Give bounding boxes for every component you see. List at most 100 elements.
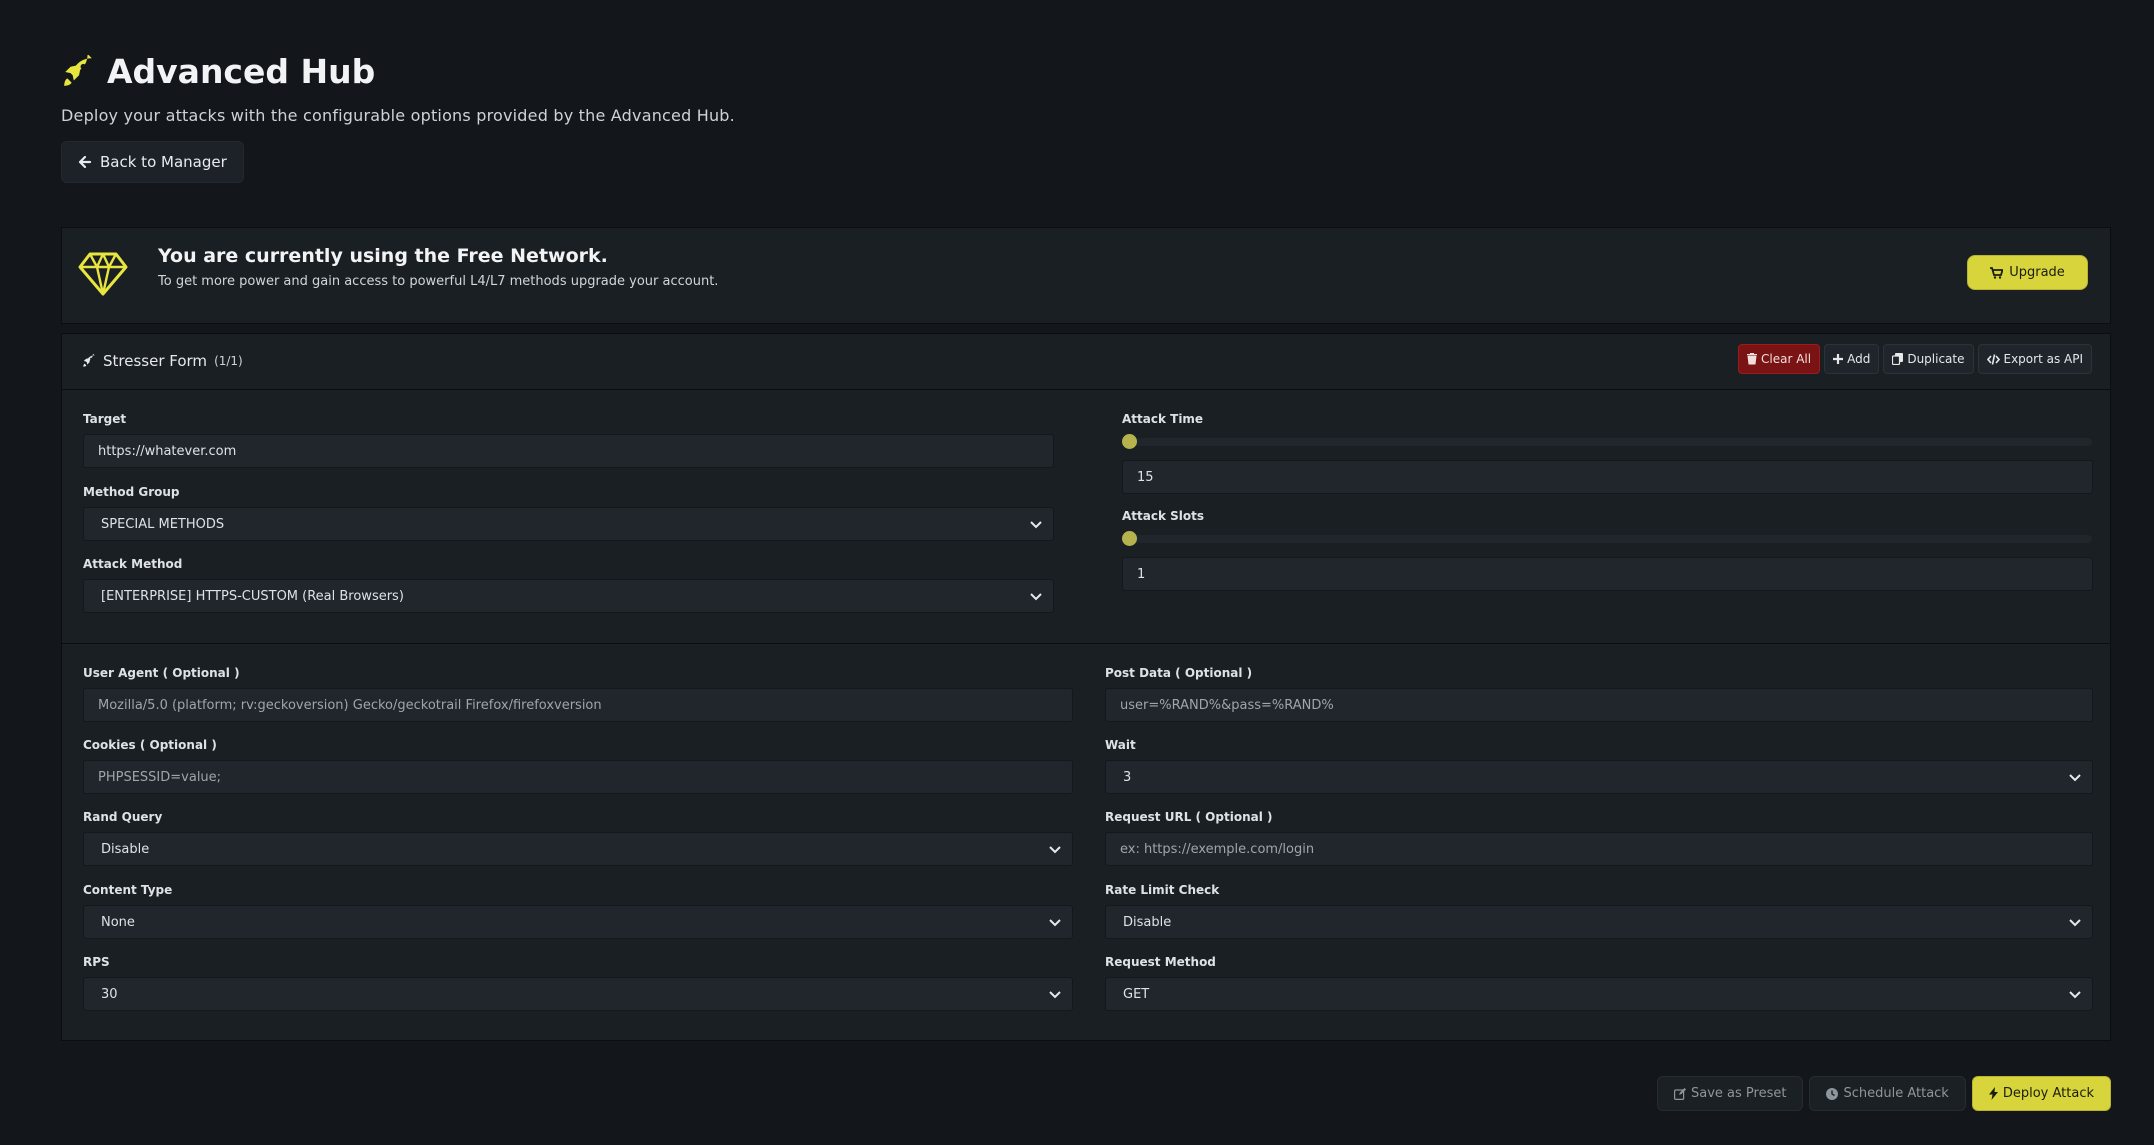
cookies-input[interactable]: PHPSESSID=value; [83, 760, 1073, 794]
schedule-attack-button[interactable]: Schedule Attack [1809, 1076, 1966, 1111]
chevron-down-icon [2068, 915, 2082, 929]
target-value: https://whatever.com [98, 443, 237, 459]
user-agent-placeholder: Mozilla/5.0 (platform; rv:geckoversion) … [98, 697, 602, 713]
attack-slots-slider-handle[interactable] [1122, 531, 1137, 546]
rps-value: 30 [101, 986, 118, 1002]
upgrade-button[interactable]: Upgrade [1967, 255, 2088, 290]
form-title-text: Stresser Form [103, 352, 208, 370]
add-label: Add [1847, 352, 1871, 366]
rand-query-value: Disable [101, 841, 150, 857]
rate-limit-value: Disable [1123, 914, 1172, 930]
attack-time-value: 15 [1137, 469, 1154, 485]
method-group-label: Method Group [83, 485, 180, 499]
attack-method-select[interactable]: [ENTERPRISE] HTTPS-CUSTOM (Real Browsers… [83, 579, 1054, 613]
duplicate-button[interactable]: Duplicate [1883, 344, 1974, 374]
wait-select[interactable]: 3 [1105, 760, 2093, 794]
attack-method-label: Attack Method [83, 557, 183, 571]
form-footer-actions: Save as Preset Schedule Attack Deploy At… [1657, 1076, 2111, 1111]
arrow-left-icon [78, 155, 92, 169]
rps-select[interactable]: 30 [83, 977, 1073, 1011]
request-method-value: GET [1123, 986, 1150, 1002]
request-url-input[interactable]: ex: https://exemple.com/login [1105, 832, 2093, 866]
save-preset-label: Save as Preset [1691, 1086, 1787, 1101]
wait-label: Wait [1105, 738, 1136, 752]
form-actions: Clear All Add Duplicate Export as API [1738, 344, 2092, 374]
request-method-select[interactable]: GET [1105, 977, 2093, 1011]
chevron-down-icon [2068, 987, 2082, 1001]
form-count: (1/1) [214, 354, 243, 368]
attack-slots-value: 1 [1137, 566, 1146, 582]
rocket-icon [61, 54, 95, 89]
chevron-down-icon [1029, 517, 1043, 531]
deploy-attack-label: Deploy Attack [2002, 1086, 2094, 1101]
method-group-select[interactable]: SPECIAL METHODS [83, 507, 1054, 541]
code-icon [1986, 353, 2000, 365]
attack-time-input[interactable]: 15 [1122, 460, 2093, 494]
rand-query-label: Rand Query [83, 810, 163, 824]
export-api-button[interactable]: Export as API [1977, 344, 2092, 374]
stresser-form: Stresser Form (1/1) Clear All Add Duplic… [61, 333, 2111, 1041]
chevron-down-icon [1048, 842, 1062, 856]
copy-icon [1892, 353, 1904, 365]
target-input[interactable]: https://whatever.com [83, 434, 1054, 468]
rocket-icon [82, 354, 96, 368]
content-type-select[interactable]: None [83, 905, 1073, 939]
target-label: Target [83, 412, 127, 426]
method-group-value: SPECIAL METHODS [101, 516, 225, 532]
request-method-label: Request Method [1105, 955, 1216, 969]
trash-icon [1747, 353, 1758, 365]
chevron-down-icon [2068, 770, 2082, 784]
banner-title: You are currently using the Free Network… [158, 245, 608, 267]
page-subtitle: Deploy your attacks with the configurabl… [61, 106, 735, 125]
free-network-banner: You are currently using the Free Network… [61, 227, 2111, 324]
basic-settings-section: Target https://whatever.com Method Group… [62, 389, 2110, 644]
post-data-label: Post Data ( Optional ) [1105, 666, 1253, 680]
attack-time-slider-handle[interactable] [1122, 434, 1137, 449]
cart-icon [1990, 266, 2004, 279]
add-button[interactable]: Add [1824, 344, 1880, 374]
user-agent-input[interactable]: Mozilla/5.0 (platform; rv:geckoversion) … [83, 688, 1073, 722]
rate-limit-select[interactable]: Disable [1105, 905, 2093, 939]
chevron-down-icon [1048, 987, 1062, 1001]
deploy-attack-button[interactable]: Deploy Attack [1971, 1076, 2111, 1111]
chevron-down-icon [1029, 589, 1043, 603]
rps-label: RPS [83, 955, 110, 969]
request-url-label: Request URL ( Optional ) [1105, 810, 1273, 824]
post-data-input[interactable]: user=%RAND%&pass=%RAND% [1105, 688, 2093, 722]
back-to-manager-button[interactable]: Back to Manager [61, 141, 244, 183]
duplicate-label: Duplicate [1907, 352, 1965, 366]
content-type-value: None [101, 914, 135, 930]
bolt-icon [1988, 1087, 1998, 1100]
clock-icon [1826, 1087, 1839, 1100]
form-header: Stresser Form (1/1) Clear All Add Duplic… [62, 334, 2110, 390]
cookies-label: Cookies ( Optional ) [83, 738, 217, 752]
attack-time-slider[interactable] [1122, 438, 2092, 446]
plus-icon [1833, 354, 1844, 364]
user-agent-label: User Agent ( Optional ) [83, 666, 240, 680]
banner-description: To get more power and gain access to pow… [158, 274, 719, 289]
attack-slots-input[interactable]: 1 [1122, 557, 2093, 591]
wait-value: 3 [1123, 769, 1132, 785]
back-to-manager-label: Back to Manager [100, 153, 227, 171]
cookies-placeholder: PHPSESSID=value; [98, 769, 222, 785]
request-url-placeholder: ex: https://exemple.com/login [1120, 841, 1315, 857]
edit-icon [1674, 1087, 1687, 1100]
diamond-icon [78, 251, 128, 297]
attack-slots-slider[interactable] [1122, 535, 2092, 543]
rate-limit-label: Rate Limit Check [1105, 883, 1220, 897]
export-api-label: Export as API [2003, 352, 2084, 366]
save-preset-button[interactable]: Save as Preset [1657, 1076, 1804, 1111]
attack-slots-label: Attack Slots [1122, 509, 1205, 523]
clear-all-button[interactable]: Clear All [1738, 344, 1821, 374]
content-type-label: Content Type [83, 883, 173, 897]
clear-all-label: Clear All [1761, 352, 1812, 366]
post-data-placeholder: user=%RAND%&pass=%RAND% [1120, 697, 1334, 713]
upgrade-label: Upgrade [2009, 265, 2065, 280]
page-title: Advanced Hub [61, 52, 375, 91]
chevron-down-icon [1048, 915, 1062, 929]
form-title: Stresser Form (1/1) [82, 352, 243, 370]
page-title-text: Advanced Hub [107, 52, 376, 91]
attack-time-label: Attack Time [1122, 412, 1204, 426]
rand-query-select[interactable]: Disable [83, 832, 1073, 866]
attack-method-value: [ENTERPRISE] HTTPS-CUSTOM (Real Browsers… [101, 588, 404, 604]
